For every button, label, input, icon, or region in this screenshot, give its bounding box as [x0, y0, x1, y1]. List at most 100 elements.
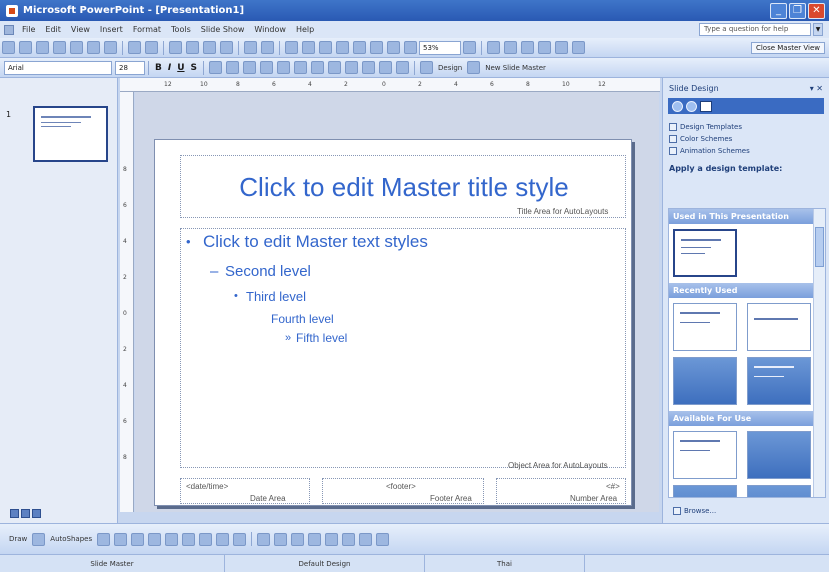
menu-file[interactable]: File: [22, 25, 35, 34]
decrease-font-icon[interactable]: [345, 61, 359, 74]
template-available-3[interactable]: [673, 485, 737, 497]
design-templates-label[interactable]: Design Templates: [680, 123, 742, 131]
align-left-icon[interactable]: [209, 61, 223, 74]
select-objects-icon[interactable]: [32, 532, 46, 546]
format-painter-icon[interactable]: [220, 41, 233, 54]
animation-schemes-link[interactable]: Animation Schemes: [663, 145, 829, 156]
menu-help[interactable]: Help: [296, 25, 314, 34]
insert-new-title-master-icon[interactable]: [504, 41, 517, 54]
line-icon[interactable]: [97, 532, 111, 546]
task-pane-title[interactable]: Slide Design: [669, 84, 719, 93]
minimize-button[interactable]: _: [770, 2, 787, 19]
line-style-icon[interactable]: [308, 532, 322, 546]
new-icon[interactable]: [2, 41, 15, 54]
permission-icon[interactable]: [53, 41, 66, 54]
delete-master-icon[interactable]: [521, 41, 534, 54]
font-size-combo[interactable]: 28: [115, 60, 145, 75]
fill-color-icon[interactable]: [257, 532, 271, 546]
decrease-indent-icon[interactable]: [362, 61, 376, 74]
restore-button[interactable]: ❐: [789, 2, 806, 19]
italic-button[interactable]: I: [168, 63, 171, 73]
dash-style-icon[interactable]: [325, 532, 339, 546]
level3-text[interactable]: Third level: [246, 289, 306, 304]
level5-text[interactable]: Fifth level: [296, 331, 347, 345]
text-box-icon[interactable]: [165, 532, 179, 546]
save-icon[interactable]: [36, 41, 49, 54]
tables-borders-icon[interactable]: [319, 41, 332, 54]
font-color-icon[interactable]: [396, 61, 410, 74]
template-available-4[interactable]: [747, 485, 811, 497]
new-slide-master-button[interactable]: New Slide Master: [485, 64, 546, 72]
copy-icon[interactable]: [186, 41, 199, 54]
menu-slide-show[interactable]: Slide Show: [201, 25, 245, 34]
distributed-icon[interactable]: [277, 61, 291, 74]
underline-button[interactable]: U: [177, 63, 184, 73]
increase-font-icon[interactable]: [328, 61, 342, 74]
picture-icon[interactable]: [233, 532, 247, 546]
clip-art-icon[interactable]: [216, 532, 230, 546]
forward-icon[interactable]: [686, 100, 697, 112]
rectangle-icon[interactable]: [131, 532, 145, 546]
menu-insert[interactable]: Insert: [100, 25, 123, 34]
line-color-icon[interactable]: [274, 532, 288, 546]
justify-icon[interactable]: [260, 61, 274, 74]
gallery-scroll-thumb[interactable]: [815, 227, 824, 267]
design-templates-link[interactable]: Design Templates: [663, 121, 829, 132]
document-icon[interactable]: [4, 24, 14, 35]
master-layout-icon[interactable]: [572, 41, 585, 54]
rename-master-icon[interactable]: [555, 41, 568, 54]
undo-icon[interactable]: [244, 41, 257, 54]
align-right-icon[interactable]: [243, 61, 257, 74]
shadow-style-icon[interactable]: [359, 532, 373, 546]
insert-hyperlink-icon[interactable]: [336, 41, 349, 54]
show-formatting-icon[interactable]: [370, 41, 383, 54]
bullets-icon[interactable]: [311, 61, 325, 74]
draw-menu-button[interactable]: Draw: [9, 535, 27, 543]
font-combo[interactable]: Arial: [4, 60, 112, 75]
browse-link[interactable]: Browse...: [673, 507, 716, 515]
design-button[interactable]: Design: [438, 64, 462, 72]
task-pane-close-icon[interactable]: ▾ ✕: [810, 84, 823, 93]
template-recent-4[interactable]: [747, 357, 811, 405]
help-icon[interactable]: [463, 41, 476, 54]
redo-icon[interactable]: [261, 41, 274, 54]
email-icon[interactable]: [70, 41, 83, 54]
slide-show-view-icon[interactable]: [32, 509, 41, 518]
new-slide-master-icon[interactable]: [467, 61, 481, 74]
autoshapes-menu-button[interactable]: AutoShapes: [50, 535, 92, 543]
master-title-text[interactable]: Click to edit Master title style: [181, 172, 627, 203]
template-recent-1[interactable]: [673, 303, 737, 351]
level2-text[interactable]: Second level: [225, 263, 311, 280]
slide-sorter-view-icon[interactable]: [21, 509, 30, 518]
font-color-draw-icon[interactable]: [291, 532, 305, 546]
level4-text[interactable]: Fourth level: [271, 312, 334, 326]
print-icon[interactable]: [87, 41, 100, 54]
design-icon[interactable]: [420, 61, 434, 74]
numbering-icon[interactable]: [294, 61, 308, 74]
template-recent-2[interactable]: [747, 303, 811, 351]
zoom-combo[interactable]: 53%: [419, 40, 461, 55]
oval-icon[interactable]: [148, 532, 162, 546]
research-icon[interactable]: [145, 41, 158, 54]
level1-text[interactable]: Click to edit Master text styles: [203, 232, 428, 252]
template-recent-3[interactable]: [673, 357, 737, 405]
gallery-scrollbar[interactable]: [813, 209, 825, 497]
paste-icon[interactable]: [203, 41, 216, 54]
color-schemes-label[interactable]: Color Schemes: [680, 135, 732, 143]
preserve-master-icon[interactable]: [538, 41, 551, 54]
wordart-icon[interactable]: [182, 532, 196, 546]
close-master-view-button[interactable]: Close Master View: [750, 41, 825, 54]
arrow-icon[interactable]: [114, 532, 128, 546]
insert-chart-icon[interactable]: [285, 41, 298, 54]
menu-tools[interactable]: Tools: [171, 25, 191, 34]
cut-icon[interactable]: [169, 41, 182, 54]
template-default-design[interactable]: [673, 229, 737, 277]
color-grayscale-icon[interactable]: [404, 41, 417, 54]
insert-new-slide-master-icon[interactable]: [487, 41, 500, 54]
bold-button[interactable]: B: [155, 63, 162, 73]
diagram-icon[interactable]: [199, 532, 213, 546]
menu-format[interactable]: Format: [133, 25, 161, 34]
menu-view[interactable]: View: [71, 25, 90, 34]
animation-schemes-label[interactable]: Animation Schemes: [680, 147, 750, 155]
powerpoint-app-icon[interactable]: [6, 4, 18, 17]
